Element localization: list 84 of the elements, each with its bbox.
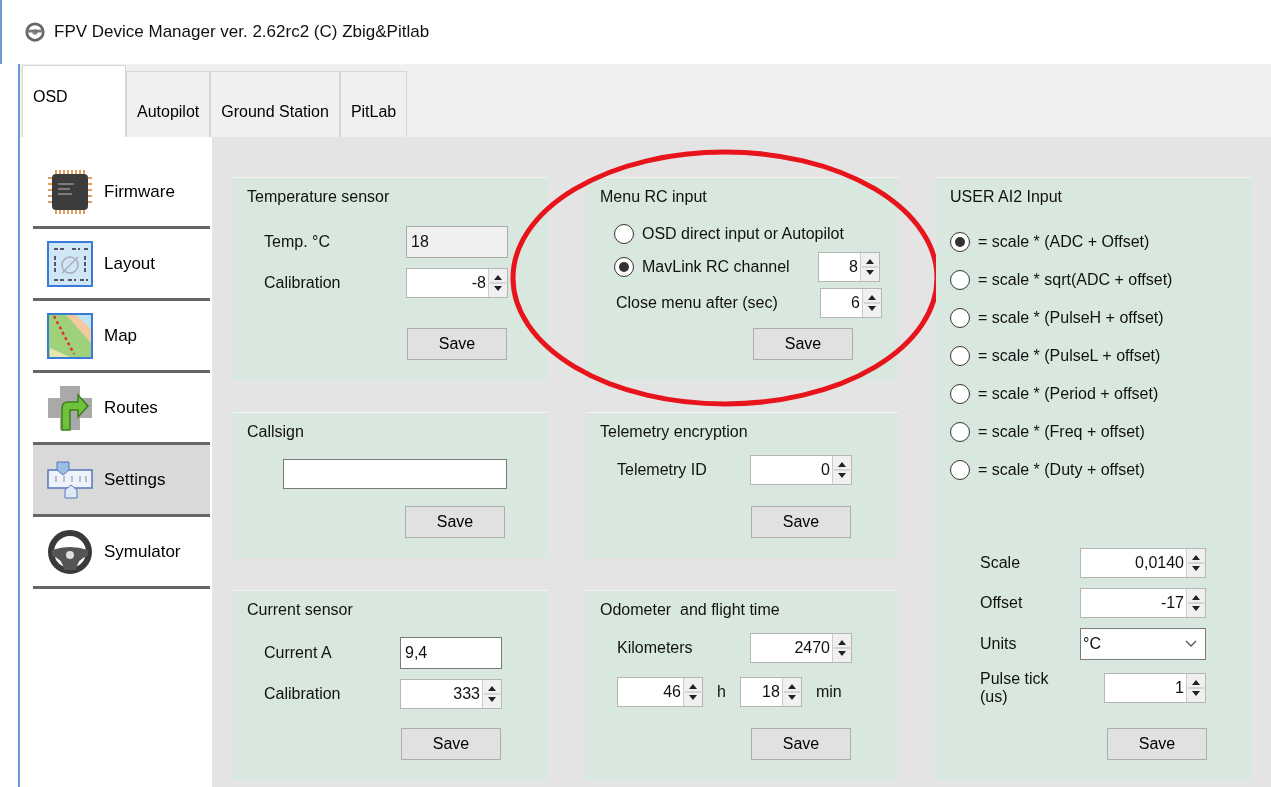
radio-button[interactable] [950, 384, 970, 404]
spin-box[interactable]: 333 [400, 679, 502, 709]
field-label: Kilometers [617, 639, 694, 657]
input-field[interactable] [283, 459, 507, 489]
caret-icon [1185, 640, 1197, 648]
radio-button[interactable] [950, 270, 970, 290]
field-label: Pulse tick (us) [980, 670, 1050, 706]
spin-box[interactable]: 8 [818, 252, 880, 282]
radio-label: = scale * (PulseL + offset) [978, 347, 1161, 365]
group-title: Menu RC input [600, 188, 707, 206]
radio-label: OSD direct input or Autopilot [642, 225, 844, 243]
spin-box[interactable]: 0,0140 [1080, 548, 1206, 578]
spin-arrows-icon [832, 456, 851, 484]
radio-button[interactable] [950, 460, 970, 480]
tab[interactable]: PitLab [339, 71, 408, 137]
radio-button[interactable] [950, 308, 970, 328]
field-label: Offset [980, 594, 1024, 612]
radio-label: MavLink RC channel [642, 258, 790, 276]
group-title: Callsign [247, 423, 304, 441]
group-title: USER AI2 Input [950, 188, 1063, 206]
save-button[interactable]: Save [751, 506, 851, 538]
spin-arrows-icon [781, 678, 801, 706]
radio-button[interactable] [950, 422, 970, 442]
radio-button[interactable] [614, 257, 634, 277]
radio-label: = scale * sqrt(ADC + offset) [978, 271, 1173, 289]
save-button[interactable]: Save [751, 728, 851, 760]
radio-button[interactable] [614, 224, 634, 244]
spin-arrows-icon [488, 269, 507, 297]
unit-label: h [717, 683, 726, 701]
save-button[interactable]: Save [407, 328, 507, 360]
radio-label: = scale * (Duty + offset) [978, 461, 1145, 479]
field-label: Units [980, 635, 1018, 653]
spin-box[interactable]: 18 [739, 677, 802, 707]
field-label: Calibration [264, 274, 342, 292]
tab[interactable]: Ground Station [210, 71, 340, 137]
spin-arrows-icon [860, 253, 879, 281]
radio-label: = scale * (PulseH + offset) [978, 309, 1164, 327]
window-title: FPV Device Manager ver. 2.62rc2 (C) Zbig&Pitlab [54, 22, 430, 42]
spin-box[interactable]: 0 [750, 455, 852, 485]
spin-box[interactable]: -17 [1080, 588, 1206, 618]
chip-icon [46, 167, 94, 216]
save-button[interactable]: Save [405, 506, 505, 538]
input-field[interactable]: 18 [406, 226, 508, 258]
group-title: Current sensor [247, 601, 353, 619]
field-label: Close menu after (sec) [616, 294, 778, 312]
spin-arrows-icon [862, 289, 881, 317]
spin-box[interactable]: -8 [406, 268, 508, 298]
unit-label: min [815, 683, 842, 701]
radio-label: = scale * (Period + offset) [978, 385, 1159, 403]
spin-arrows-icon [683, 678, 702, 706]
spin-box[interactable]: 6 [820, 288, 882, 318]
field-label: Telemetry ID [617, 461, 708, 479]
spin-box[interactable]: 46 [617, 677, 703, 707]
radio-label: = scale * (ADC + Offset) [978, 233, 1150, 251]
save-button[interactable]: Save [401, 728, 501, 760]
field-label: Temp. °C [264, 233, 331, 251]
field-label: Calibration [264, 685, 342, 703]
steering-wheel-icon [46, 527, 94, 576]
group-title: Odometer and flight time [600, 601, 780, 619]
sidebar-item[interactable]: Settings [33, 445, 210, 517]
spin-arrows-icon [1186, 549, 1205, 577]
tab[interactable]: Autopilot [126, 71, 211, 137]
spin-box[interactable]: 1 [1104, 673, 1206, 703]
group-title: Telemetry encryption [600, 423, 748, 441]
spin-box[interactable]: 2470 [750, 633, 852, 663]
steering-wheel-icon [24, 21, 46, 43]
input-field[interactable]: 9,4 [400, 637, 502, 669]
spin-arrows-icon [832, 634, 851, 662]
turn-arrow-icon [46, 383, 94, 432]
tab[interactable]: OSD [22, 65, 126, 137]
spin-arrows-icon [1186, 674, 1205, 702]
save-button[interactable]: Save [753, 328, 853, 360]
radio-label: = scale * (Freq + offset) [978, 423, 1145, 441]
radio-button[interactable] [950, 232, 970, 252]
radio-button[interactable] [950, 346, 970, 366]
group-title: Temperature sensor [247, 188, 390, 206]
field-label: Current A [264, 644, 333, 662]
save-button[interactable]: Save [1107, 728, 1207, 760]
layout-icon [46, 239, 94, 288]
dropdown[interactable]: °C [1080, 628, 1206, 660]
field-label: Scale [980, 554, 1022, 572]
spin-arrows-icon [482, 680, 501, 708]
spin-arrows-icon [1186, 589, 1205, 617]
map-icon [46, 311, 94, 360]
